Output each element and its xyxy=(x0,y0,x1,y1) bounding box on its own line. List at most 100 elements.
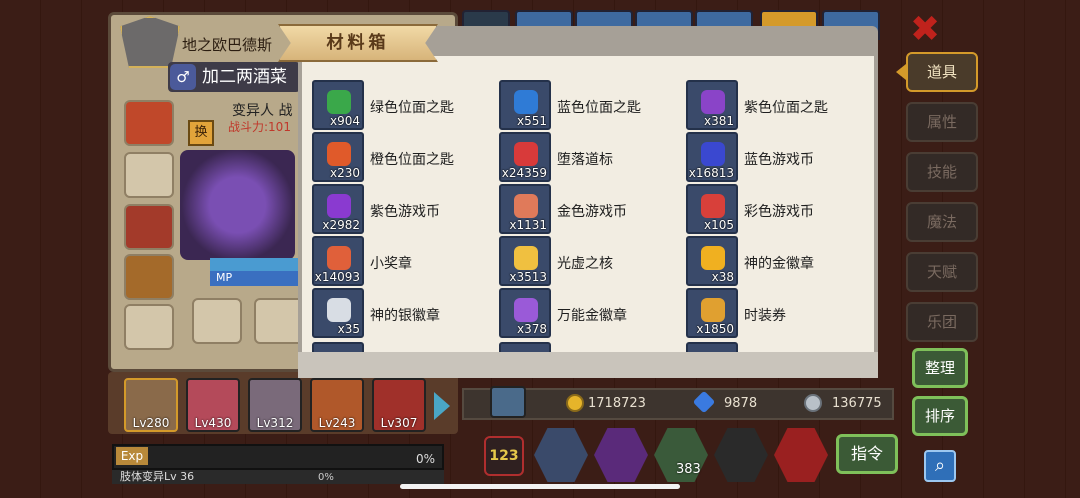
material-icon: x904 xyxy=(312,80,364,130)
gem-hex-button[interactable] xyxy=(774,428,828,482)
item-name: 神的金徽章 xyxy=(744,256,814,272)
material-icon: x1131 xyxy=(499,184,551,234)
emblem-icon xyxy=(120,16,180,68)
tab-band[interactable]: 乐团 xyxy=(906,302,978,342)
mutation-exp-percent: 0% xyxy=(318,472,334,483)
inbox-icon[interactable] xyxy=(490,386,526,418)
active-tab-arrow-icon xyxy=(896,64,906,80)
material-icon: x3513 xyxy=(499,236,551,286)
item-glyph-icon xyxy=(327,194,351,218)
item-glyph-icon xyxy=(514,142,538,166)
close-button[interactable]: ✖ xyxy=(910,12,942,48)
sort-button[interactable]: 整理 xyxy=(912,348,968,388)
item-glyph-icon xyxy=(327,298,351,322)
party-level: Lv307 xyxy=(380,416,418,430)
item-name: 小奖章 xyxy=(370,256,412,272)
material-item[interactable]: x1131 金色游戏币 xyxy=(499,184,689,236)
material-icon: x16813 xyxy=(686,132,738,182)
item-glyph-icon xyxy=(327,246,351,270)
material-item[interactable]: x1850 时装券 xyxy=(686,288,874,340)
material-box-list[interactable]: x904 绿色位面之匙 x551 蓝色位面之匙 x381 紫色位面之匙 x230 橙色位面之匙… xyxy=(302,56,874,352)
material-icon: x24359 xyxy=(499,132,551,182)
item-glyph-icon xyxy=(514,194,538,218)
tab-talent[interactable]: 天赋 xyxy=(906,252,978,292)
item-glyph-icon xyxy=(327,90,351,114)
item-name: 蓝色游戏币 xyxy=(744,152,814,168)
equip-slot-helmet[interactable] xyxy=(124,100,174,146)
item-count: x14093 xyxy=(314,270,360,284)
party-level: Lv312 xyxy=(256,416,294,430)
item-name: 万能金徽章 xyxy=(557,308,627,324)
material-item[interactable]: x904 绿色位面之匙 xyxy=(312,80,502,132)
plant-count: 383 xyxy=(676,462,701,477)
material-item[interactable]: x38 神的金徽章 xyxy=(686,236,874,288)
numbering-button[interactable]: 123 xyxy=(484,436,524,476)
equip-slot-gloves[interactable] xyxy=(124,254,174,300)
equip-slot-weapon[interactable] xyxy=(192,298,242,344)
character-power: 战斗力:101 xyxy=(228,120,291,134)
item-count: x38 xyxy=(711,270,734,284)
hp-bar xyxy=(210,258,302,271)
item-name: 金色游戏币 xyxy=(557,204,627,220)
party-member[interactable]: Lv243 xyxy=(310,378,364,432)
item-glyph-icon xyxy=(701,90,725,114)
scroll-hex-button[interactable] xyxy=(594,428,648,482)
item-count: x551 xyxy=(516,114,547,128)
material-icon: x551 xyxy=(499,80,551,130)
character-class: 地之欧巴德斯 xyxy=(182,36,273,54)
item-name: 光虚之核 xyxy=(557,256,613,272)
mutation-exp-label: 肢体变异Lv 36 xyxy=(112,470,444,484)
party-level: Lv430 xyxy=(194,416,232,430)
party-member[interactable]: Lv312 xyxy=(248,378,302,432)
item-count: x3513 xyxy=(509,270,547,284)
tab-magic[interactable]: 魔法 xyxy=(906,202,978,242)
party-member[interactable]: Lv280 xyxy=(124,378,178,432)
empty-hex-button[interactable] xyxy=(714,428,768,482)
party-member[interactable]: Lv430 xyxy=(186,378,240,432)
material-item[interactable]: x230 橙色位面之匙 xyxy=(312,132,502,184)
exp-percent: 0% xyxy=(416,452,436,466)
material-item[interactable]: x105 彩色游戏币 xyxy=(686,184,874,236)
item-name: 神的银徽章 xyxy=(370,308,440,324)
swap-button[interactable]: 换 xyxy=(188,120,214,146)
material-item[interactable]: x2982 紫色游戏币 xyxy=(312,184,502,236)
equip-slot-pet[interactable] xyxy=(124,304,174,350)
material-icon: x381 xyxy=(686,80,738,130)
material-item[interactable]: x16813 蓝色游戏币 xyxy=(686,132,874,184)
gold-amount: 1718723 xyxy=(588,396,646,411)
tab-attributes[interactable]: 属性 xyxy=(906,102,978,142)
material-icon: x35 xyxy=(312,288,364,338)
tab-skills[interactable]: 技能 xyxy=(906,152,978,192)
party-level: Lv280 xyxy=(132,416,170,430)
material-item[interactable]: x551 蓝色位面之匙 xyxy=(499,80,689,132)
material-icon: x378 xyxy=(499,288,551,338)
equip-slot-armor[interactable] xyxy=(124,204,174,250)
order-button[interactable]: 排序 xyxy=(912,396,968,436)
material-item[interactable]: x24359 堕落道标 xyxy=(499,132,689,184)
search-icon: ⌕ xyxy=(934,455,946,476)
equip-slot-offhand[interactable] xyxy=(254,298,304,344)
equip-slot-necklace[interactable] xyxy=(124,152,174,198)
party-member[interactable]: Lv307 xyxy=(372,378,426,432)
character-portrait[interactable] xyxy=(180,150,295,260)
mp-bar: MP xyxy=(210,271,302,286)
item-glyph-icon xyxy=(701,142,725,166)
material-icon-partial[interactable] xyxy=(499,342,551,352)
material-icon-partial[interactable] xyxy=(312,342,364,352)
tab-items[interactable]: 道具 xyxy=(906,52,978,92)
command-button[interactable]: 指令 xyxy=(836,434,898,474)
item-glyph-icon xyxy=(701,246,725,270)
item-count: x230 xyxy=(329,166,360,180)
material-item[interactable]: x35 神的银徽章 xyxy=(312,288,502,340)
party-next-arrow-icon[interactable] xyxy=(434,392,450,420)
material-item[interactable]: x381 紫色位面之匙 xyxy=(686,80,874,132)
gear-hex-button[interactable] xyxy=(534,428,588,482)
gold-coin-icon xyxy=(566,394,584,412)
search-button[interactable]: ⌕ xyxy=(924,450,956,482)
material-item[interactable]: x3513 光虚之核 xyxy=(499,236,689,288)
item-name: 紫色游戏币 xyxy=(370,204,440,220)
item-glyph-icon xyxy=(514,90,538,114)
material-item[interactable]: x14093 小奖章 xyxy=(312,236,502,288)
material-item[interactable]: x378 万能金徽章 xyxy=(499,288,689,340)
material-icon-partial[interactable] xyxy=(686,342,738,352)
